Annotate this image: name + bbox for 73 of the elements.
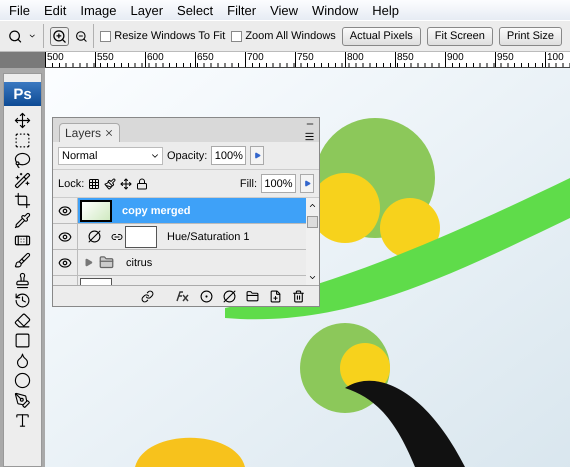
opacity-arrow-button[interactable] — [250, 146, 264, 165]
close-icon[interactable] — [104, 128, 114, 138]
eraser-tool-icon[interactable] — [14, 312, 31, 329]
eye-icon[interactable] — [58, 204, 72, 218]
new-layer-icon[interactable] — [269, 290, 282, 302]
scroll-thumb[interactable] — [307, 216, 318, 228]
layer-row[interactable]: Hue/Saturation 1 — [53, 224, 306, 250]
lock-label: Lock: — [58, 178, 84, 190]
checkbox[interactable] — [231, 30, 242, 42]
layer-name: citrus — [126, 256, 152, 268]
zoom-tool-icon[interactable] — [8, 28, 22, 44]
triangle-icon — [304, 180, 310, 187]
zoom-in-button[interactable] — [50, 26, 69, 46]
layers-tab[interactable]: Layers — [59, 123, 120, 142]
blend-mode-dropdown[interactable]: Normal — [58, 146, 163, 164]
menu-item[interactable]: Window — [305, 2, 366, 18]
menu-item[interactable]: Image — [73, 2, 124, 18]
opacity-field[interactable]: 100% — [211, 146, 246, 165]
eye-icon[interactable] — [58, 230, 72, 244]
menu-item[interactable]: File — [2, 2, 37, 18]
checkbox-label: Resize Windows To Fit — [114, 30, 226, 42]
pen-tool-icon[interactable] — [14, 392, 31, 409]
layer-row[interactable]: citrus — [53, 250, 306, 276]
checkbox-label: Zoom All Windows — [245, 30, 336, 42]
scroll-up-icon[interactable] — [308, 201, 317, 210]
brush-tool-icon[interactable] — [14, 252, 31, 269]
layer-name: copy merged — [122, 204, 190, 216]
opacity-label: Opacity: — [167, 150, 208, 162]
menu-item[interactable]: Edit — [36, 2, 74, 18]
crop-tool-icon[interactable] — [14, 192, 31, 209]
menu-item[interactable]: View — [263, 2, 306, 18]
eyedropper-tool-icon[interactable] — [14, 212, 31, 229]
lasso-tool-icon[interactable] — [14, 152, 31, 169]
menu-item[interactable]: Help — [365, 2, 406, 18]
ruler-corner — [0, 52, 45, 68]
drop-tool-icon[interactable] — [14, 352, 31, 369]
expand-arrow-icon[interactable] — [84, 258, 93, 267]
checkbox[interactable] — [100, 30, 112, 42]
link-icon[interactable] — [141, 290, 154, 302]
option-button[interactable]: Actual Pixels — [342, 26, 421, 46]
scroll-down-icon[interactable] — [308, 273, 317, 282]
menu-item[interactable]: Filter — [220, 2, 264, 18]
move-tool-icon[interactable] — [14, 112, 31, 129]
layer-name: Hue/Saturation 1 — [167, 230, 250, 242]
fill-field[interactable]: 100% — [261, 174, 296, 193]
folder-icon[interactable] — [246, 290, 259, 302]
lock-transparency-icon[interactable] — [88, 178, 100, 190]
zoom-out-icon[interactable] — [74, 28, 88, 44]
option-button[interactable]: Print Size — [498, 26, 562, 46]
menu-item[interactable]: Layer — [124, 2, 170, 18]
option-button[interactable]: Fit Screen — [426, 26, 493, 46]
app-logo: Ps — [4, 82, 41, 106]
folder-icon — [99, 255, 114, 270]
fill-label: Fill: — [240, 178, 257, 190]
trash-icon[interactable] — [292, 290, 305, 302]
eye-icon[interactable] — [58, 256, 72, 270]
lock-position-icon[interactable] — [120, 178, 132, 190]
layer-thumbnail — [80, 200, 112, 222]
stamp-tool-icon[interactable] — [14, 272, 31, 289]
mask-thumbnail — [125, 226, 157, 248]
history-brush-tool-icon[interactable] — [14, 292, 31, 309]
triangle-icon — [254, 152, 261, 159]
type-tool-icon[interactable] — [14, 412, 31, 429]
lock-icon[interactable] — [136, 178, 148, 190]
magic-wand-tool-icon[interactable] — [14, 172, 31, 189]
scrollbar[interactable] — [306, 198, 319, 285]
panel-menu-icon[interactable] — [304, 131, 315, 142]
fill-arrow-button[interactable] — [300, 174, 314, 193]
mask-icon[interactable] — [200, 290, 213, 302]
lock-brush-icon[interactable] — [104, 178, 116, 190]
marquee-tool-icon[interactable] — [14, 132, 31, 149]
menu-item[interactable]: Select — [170, 2, 220, 18]
effects-icon[interactable] — [174, 290, 190, 302]
